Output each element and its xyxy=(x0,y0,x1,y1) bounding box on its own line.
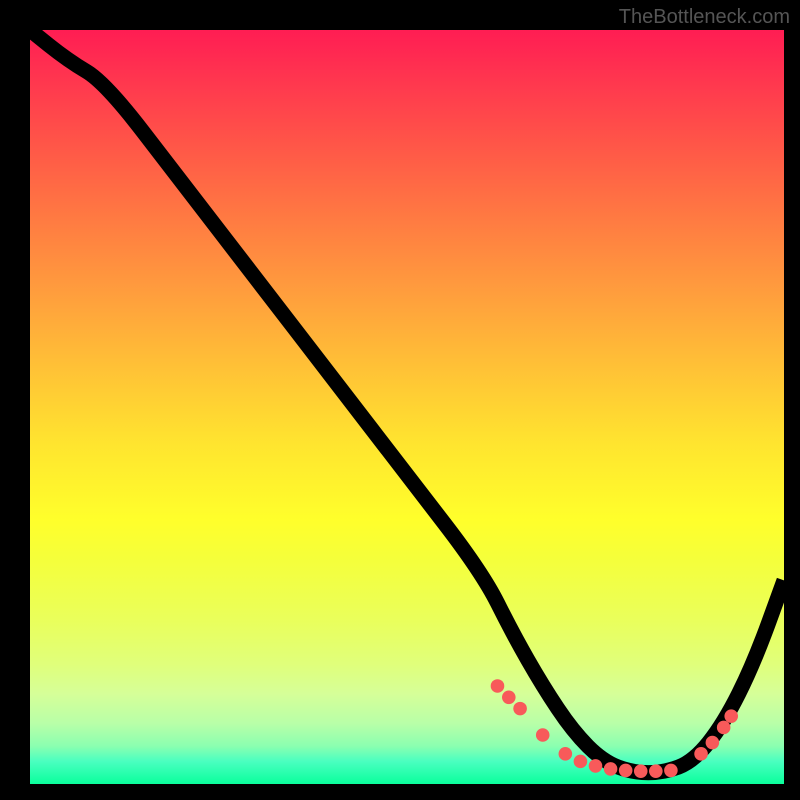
watermark-text: TheBottleneck.com xyxy=(619,6,790,29)
chart-container xyxy=(30,30,784,784)
highlight-dot xyxy=(502,691,516,705)
highlight-dot xyxy=(589,759,603,773)
highlight-dot xyxy=(706,736,720,750)
bottleneck-curve xyxy=(30,30,784,773)
highlight-dot xyxy=(604,762,618,776)
highlight-dot xyxy=(634,764,648,778)
highlight-dot xyxy=(664,764,678,778)
highlight-dot xyxy=(491,679,505,693)
highlight-dot xyxy=(619,764,633,778)
highlight-dot xyxy=(536,728,550,742)
highlight-dot xyxy=(574,755,588,769)
highlight-dot xyxy=(717,721,731,735)
highlight-dot xyxy=(559,747,573,761)
highlight-dot xyxy=(694,747,708,761)
chart-svg xyxy=(30,30,784,784)
highlight-dot xyxy=(649,764,663,778)
highlight-dot xyxy=(513,702,527,716)
highlight-dot xyxy=(724,709,738,723)
